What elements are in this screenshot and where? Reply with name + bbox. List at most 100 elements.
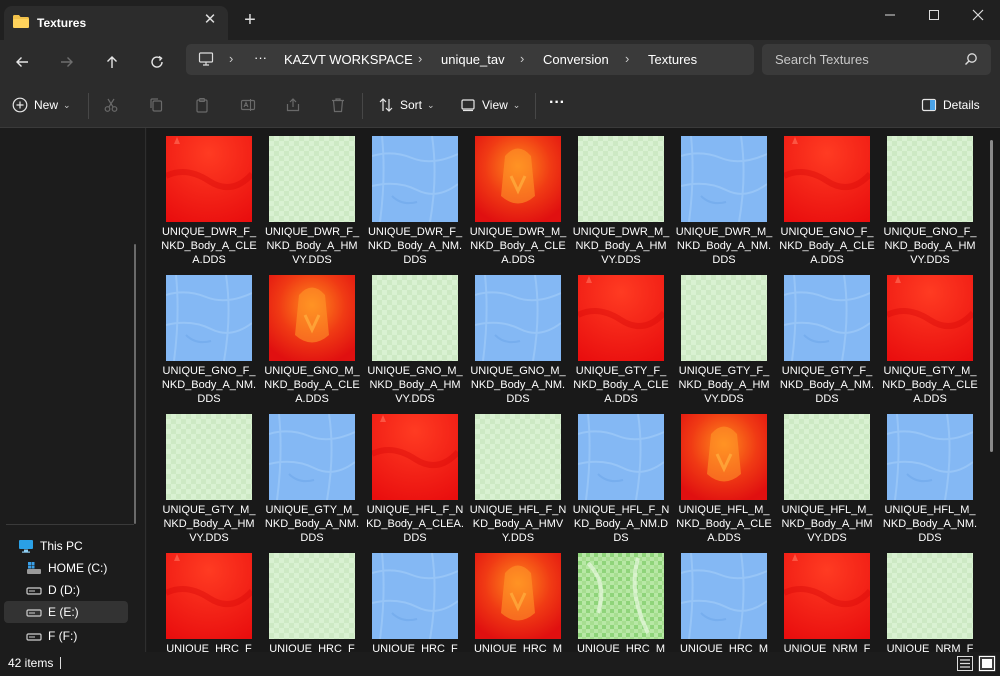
file-name: UNIQUE_GTY_M_NKD_Body_A_HMVY.DDS	[162, 504, 256, 544]
file-tile[interactable]: UNIQUE_GTY_M_NKD_Body_A_NM.DDS	[265, 414, 372, 550]
file-name: UNIQUE_HRC_M	[576, 643, 665, 652]
share-button[interactable]	[285, 95, 307, 115]
more-options-button[interactable]: ···	[549, 93, 565, 113]
view-button[interactable]: View ⌄	[460, 95, 520, 115]
file-name: UNIQUE_HFL_M_NKD_Body_A_HMVY.DDS	[781, 504, 873, 544]
breadcrumb-overflow[interactable]: ···	[254, 50, 267, 65]
content-scrollbar[interactable]	[990, 140, 993, 452]
close-window-button[interactable]	[956, 0, 1000, 30]
drive-icon	[26, 587, 42, 595]
copy-button[interactable]	[148, 95, 170, 115]
file-tile[interactable]: UNIQUE_GNO_M_NKD_Body_A_NM.DDS	[470, 275, 578, 411]
new-button[interactable]: New ⌄	[12, 95, 71, 115]
tab-title: Textures	[37, 16, 87, 30]
sidebar-item-f[interactable]: F (F:)	[26, 625, 150, 647]
texture-thumbnail	[578, 275, 664, 361]
details-label: Details	[943, 98, 980, 112]
refresh-button[interactable]	[145, 50, 169, 74]
file-tile[interactable]: UNIQUE_GTY_M_NKD_Body_A_CLEA.DDS	[882, 275, 990, 411]
file-tile[interactable]: UNIQUE_DWR_F_NKD_Body_A_CLEA.DDS	[161, 136, 269, 272]
file-tile[interactable]: UNIQUE_GNO_M_NKD_Body_A_CLEA.DDS	[264, 275, 372, 411]
breadcrumb-unique-tav[interactable]: unique_tav	[441, 52, 505, 67]
file-tile[interactable]: UNIQUE_DWR_M_NKD_Body_A_CLEA.DDS	[470, 136, 578, 272]
scissors-icon	[104, 98, 118, 112]
sidebar-item-this-pc[interactable]: This PC	[18, 535, 142, 557]
sidebar-item-e[interactable]: E (E:)	[4, 601, 128, 623]
minimize-button[interactable]	[868, 0, 912, 30]
file-tile[interactable]: UNIQUE_GTY_F_NKD_Body_A_CLEA.DDS	[573, 275, 681, 411]
rename-button[interactable]	[240, 95, 262, 115]
sidebar-item-d[interactable]: D (D:)	[26, 579, 150, 601]
sidebar-item-home-c[interactable]: HOME (C:)	[26, 557, 150, 579]
chevron-down-icon: ⌄	[427, 99, 435, 110]
tab-textures[interactable]: Textures ✕	[4, 6, 228, 40]
breadcrumb-separator: ›	[625, 51, 630, 66]
file-tile[interactable]: UNIQUE_HRC_F	[372, 553, 475, 652]
divider	[362, 93, 363, 119]
file-tile[interactable]: UNIQUE_HFL_F_NKD_Body_A_HMVY.DDS	[470, 414, 578, 550]
texture-thumbnail	[578, 553, 664, 639]
sidebar-item-label: D (D:)	[48, 583, 80, 597]
texture-thumbnail	[784, 136, 870, 222]
large-icons-view-button[interactable]	[978, 655, 996, 672]
grid-view-icon	[979, 656, 995, 671]
breadcrumb-separator: ›	[520, 51, 525, 66]
close-tab-icon[interactable]: ✕	[202, 12, 218, 28]
breadcrumb-textures[interactable]: Textures	[648, 52, 697, 67]
file-name: UNIQUE_GNO_F_NKD_Body_A_HMVY.DDS	[883, 226, 977, 266]
sidebar-scrollbar[interactable]	[134, 244, 136, 524]
file-tile[interactable]: UNIQUE_GTY_M_NKD_Body_A_HMVY.DDS	[163, 414, 269, 550]
file-tile[interactable]: UNIQUE_DWR_F_NKD_Body_A_HMVY.DDS	[265, 136, 372, 272]
breadcrumb-conversion[interactable]: Conversion	[543, 52, 609, 67]
refresh-icon	[151, 55, 163, 68]
sort-button[interactable]: Sort ⌄	[378, 95, 435, 115]
back-button[interactable]	[10, 50, 34, 74]
file-tile[interactable]: UNIQUE_NRM_F	[887, 553, 990, 652]
details-button[interactable]: Details	[921, 95, 980, 115]
maximize-button[interactable]	[912, 0, 956, 30]
texture-thumbnail	[166, 553, 252, 639]
file-tile[interactable]: UNIQUE_HRC_M	[680, 553, 784, 652]
address-bar[interactable]: › ··· KAZVT WORKSPACE › unique_tav › Con…	[186, 44, 754, 75]
file-tile[interactable]: UNIQUE_HRC_M	[474, 553, 578, 652]
folder-icon	[13, 15, 29, 28]
file-tile[interactable]: UNIQUE_DWR_M_NKD_Body_A_NM.DDS	[676, 136, 784, 272]
up-button[interactable]	[100, 50, 124, 74]
cut-button[interactable]	[103, 95, 125, 115]
new-label: New	[34, 98, 59, 112]
breadcrumb-separator: ›	[418, 51, 423, 66]
navigation-pane: This PC HOME (C:) D (D:) E (E:) F (F:)	[0, 128, 146, 652]
paste-button[interactable]	[194, 95, 216, 115]
search-box[interactable]: Search Textures	[762, 44, 991, 75]
file-tile[interactable]: UNIQUE_DWR_F_NKD_Body_A_NM.DDS	[368, 136, 475, 272]
file-tile[interactable]: UNIQUE_GNO_F_NKD_Body_A_NM.DDS	[162, 275, 269, 411]
texture-thumbnail	[166, 275, 252, 361]
file-tile[interactable]: UNIQUE_HFL_M_NKD_Body_A_CLEA.DDS	[676, 414, 784, 550]
file-tile[interactable]: UNIQUE_DWR_M_NKD_Body_A_HMVY.DDS	[573, 136, 681, 272]
file-tile[interactable]: UNIQUE_GTY_F_NKD_Body_A_NM.DDS	[780, 275, 887, 411]
breadcrumb-kazvt-workspace[interactable]: KAZVT WORKSPACE	[284, 52, 413, 67]
file-tile[interactable]: UNIQUE_GNO_F_NKD_Body_A_CLEA.DDS	[779, 136, 887, 272]
file-tile[interactable]: UNIQUE_NRM_F	[784, 553, 887, 652]
file-tile[interactable]: UNIQUE_HFL_M_NKD_Body_A_HMVY.DDS	[781, 414, 887, 550]
file-tile[interactable]: UNIQUE_GTY_F_NKD_Body_A_HMVY.DDS	[678, 275, 784, 411]
delete-button[interactable]	[330, 95, 352, 115]
divider	[6, 524, 134, 525]
details-view-button[interactable]	[956, 655, 974, 672]
new-tab-button[interactable]: +	[240, 10, 260, 30]
file-name: UNIQUE_DWR_F_NKD_Body_A_NM.DDS	[367, 226, 463, 266]
file-tile[interactable]: UNIQUE_HRC_F	[166, 553, 269, 652]
file-name: UNIQUE_GTY_F_NKD_Body_A_HMVY.DDS	[678, 365, 770, 405]
file-tile[interactable]: UNIQUE_HFL_F_NKD_Body_A_NM.DDS	[573, 414, 681, 550]
file-tile[interactable]: UNIQUE_HRC_M	[577, 553, 681, 652]
file-name: UNIQUE_DWR_F_NKD_Body_A_CLEA.DDS	[161, 226, 257, 266]
file-tile[interactable]: UNIQUE_HFL_M_NKD_Body_A_NM.DDS	[883, 414, 990, 550]
file-tile[interactable]: UNIQUE_GNO_M_NKD_Body_A_HMVY.DDS	[367, 275, 475, 411]
forward-button[interactable]	[55, 50, 79, 74]
file-tile[interactable]: UNIQUE_GNO_F_NKD_Body_A_HMVY.DDS	[884, 136, 990, 272]
texture-thumbnail	[887, 275, 973, 361]
texture-thumbnail	[269, 553, 355, 639]
breadcrumb-separator: ›	[229, 51, 234, 66]
file-tile[interactable]: UNIQUE_HRC_F	[269, 553, 372, 652]
file-tile[interactable]: UNIQUE_HFL_F_NKD_Body_A_CLEA.DDS	[366, 414, 475, 550]
